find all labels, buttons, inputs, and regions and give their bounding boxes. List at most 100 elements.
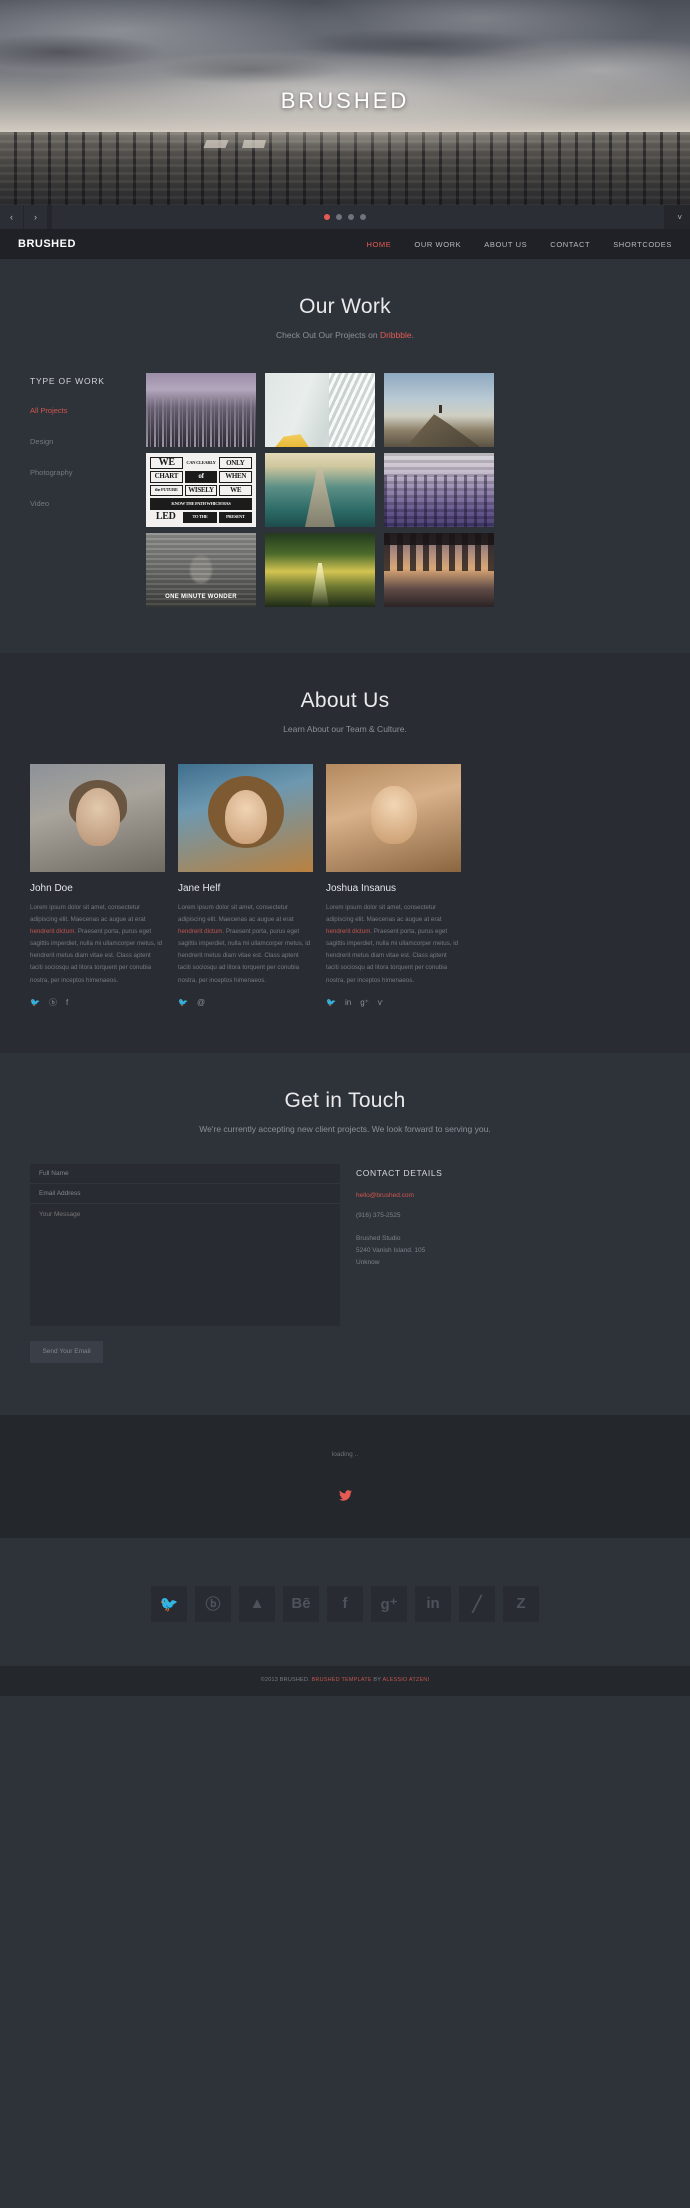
- city-skyline-thumbnail[interactable]: [146, 373, 256, 447]
- bio-inline-link[interactable]: hendrerit dictum: [326, 928, 370, 935]
- copyright-prefix: ©2013 BRUSHED.: [260, 1676, 312, 1683]
- nav-item-about-us[interactable]: ABOUT US: [484, 240, 527, 249]
- address-line-1: Brushed Studio: [356, 1234, 401, 1242]
- feed-loading-text: loading ..: [331, 1450, 359, 1458]
- typo-cell-2a: CHART: [150, 471, 183, 483]
- team-member-bio: Lorem ipsum dolor sit amet, consectetur …: [30, 902, 165, 987]
- contact-form: Send Your Email: [30, 1163, 340, 1363]
- nav-item-our-work[interactable]: OUR WORK: [414, 240, 461, 249]
- filter-photography[interactable]: Photography: [30, 468, 73, 477]
- send-email-button[interactable]: Send Your Email: [30, 1340, 103, 1363]
- dribbble-icon[interactable]: ⓑ: [49, 998, 57, 1007]
- typo-cell-1a: WE: [150, 457, 184, 469]
- contact-subtitle: We're currently accepting new client pro…: [199, 1123, 491, 1134]
- social-links-bar: 🐦 ⓑ ▲ Bē f g⁺ in ╱ Z: [0, 1537, 690, 1666]
- filter-video[interactable]: Video: [30, 499, 49, 508]
- filter-all-projects[interactable]: All Projects: [30, 406, 68, 415]
- slider-dot-1[interactable]: [324, 214, 330, 220]
- twitter-icon[interactable]: 🐦: [326, 998, 336, 1007]
- avatar-face: [370, 786, 417, 844]
- nav-item-shortcodes[interactable]: SHORTCODES: [613, 240, 672, 249]
- google-plus-icon[interactable]: g⁺: [371, 1585, 407, 1622]
- hero-title: BRUSHED: [280, 88, 410, 113]
- google-plus-icon[interactable]: g⁺: [360, 998, 369, 1007]
- brand-logo[interactable]: BRUSHED: [18, 238, 76, 250]
- twitter-icon[interactable]: 🐦: [30, 998, 40, 1007]
- dribbble-link[interactable]: Dribbble: [380, 330, 412, 340]
- contact-address: Brushed Studio 5240 Vanish Island. 105 U…: [356, 1233, 660, 1269]
- about-us-title: About Us: [300, 689, 390, 712]
- under-pier-thumbnail[interactable]: [384, 533, 494, 607]
- team-member-name: Jane Helf: [178, 883, 221, 894]
- slider-dot-3[interactable]: [348, 214, 354, 220]
- team-member-name: John Doe: [30, 883, 73, 894]
- avatar[interactable]: [178, 764, 313, 872]
- bio-text-end: . Praesent porta, purus eget sagittis im…: [30, 928, 163, 984]
- about-us-subtitle: Learn About our Team & Culture.: [283, 724, 407, 734]
- contact-email-link[interactable]: hello@brushed.com: [356, 1192, 660, 1199]
- avatar-face: [75, 788, 120, 846]
- team-member-name: Joshua Insanus: [326, 883, 397, 894]
- avatar[interactable]: [30, 764, 165, 872]
- team-member-card: Joshua Insanus Lorem ipsum dolor sit ame…: [326, 764, 461, 1007]
- main-navbar: BRUSHED HOME OUR WORK ABOUT US CONTACT S…: [0, 229, 690, 259]
- mountain-peak-thumbnail[interactable]: [384, 373, 494, 447]
- one-minute-wonder-thumbnail[interactable]: ONE MINUTE WONDER: [146, 533, 256, 607]
- slider-dot-4[interactable]: [360, 214, 366, 220]
- facebook-icon[interactable]: f: [327, 1585, 363, 1622]
- twitter-icon: [0, 1489, 690, 1504]
- message-textarea[interactable]: [30, 1203, 340, 1326]
- list-item: Design: [30, 431, 140, 449]
- nav-links: HOME OUR WORK ABOUT US CONTACT SHORTCODE…: [366, 240, 672, 249]
- filter-design[interactable]: Design: [30, 437, 53, 446]
- slider-dot-2[interactable]: [336, 214, 342, 220]
- team-member-socials: 🐦 ⓑ f: [30, 998, 165, 1007]
- twitter-icon[interactable]: 🐦: [151, 1585, 187, 1622]
- behance-icon[interactable]: Bē: [283, 1585, 319, 1622]
- contact-section: Get in Touch We're currently accepting n…: [0, 1052, 690, 1415]
- office-interior-thumbnail[interactable]: [265, 373, 375, 447]
- hero-boardwalk-background: [0, 132, 690, 205]
- twitter-icon[interactable]: 🐦: [178, 998, 188, 1007]
- facebook-icon[interactable]: f: [66, 998, 68, 1007]
- forrst-icon[interactable]: ▲: [239, 1585, 275, 1622]
- typo-cell-5a: LED: [155, 511, 176, 523]
- typo-cell-2b: of: [184, 471, 218, 483]
- our-work-subtitle: Check Out Our Projects on Dribbble.: [0, 330, 690, 340]
- contact-details: CONTACT DETAILS hello@brushed.com (916) …: [356, 1164, 660, 1363]
- bio-text-end: . Praesent porta, purus eget sagittis im…: [178, 928, 311, 984]
- bio-inline-link[interactable]: hendrerit dictum: [178, 928, 222, 935]
- author-link[interactable]: ALESSIO ATZENI: [383, 1677, 430, 1683]
- instagram-icon[interactable]: @: [197, 998, 205, 1007]
- linkedin-icon[interactable]: in: [345, 998, 351, 1007]
- evernote-icon[interactable]: ╱: [459, 1585, 495, 1622]
- typography-poster-thumbnail[interactable]: WE CAN CLEARLY ONLY CHART of WHEN the FU…: [146, 453, 256, 527]
- template-link[interactable]: BRUSHED TEMPLATE: [312, 1677, 372, 1683]
- linkedin-icon[interactable]: in: [415, 1585, 451, 1622]
- hero-plank-detail-left: [203, 140, 229, 148]
- about-us-section: About Us Learn About our Team & Culture.…: [0, 653, 690, 1053]
- green-road-thumbnail[interactable]: [265, 533, 375, 607]
- typo-cell-5c: PRESENT: [218, 511, 252, 523]
- contact-details-heading: CONTACT DETAILS: [356, 1167, 443, 1178]
- typo-cell-3c: WE: [219, 484, 253, 496]
- avatar[interactable]: [326, 764, 461, 872]
- email-address-input[interactable]: [30, 1183, 340, 1204]
- dribbble-icon[interactable]: ⓑ: [195, 1585, 231, 1622]
- bio-inline-link[interactable]: hendrerit dictum: [30, 928, 74, 935]
- nav-item-contact[interactable]: CONTACT: [550, 240, 590, 249]
- typo-cell-3a: the FUTURE: [150, 484, 183, 496]
- team-member-bio: Lorem ipsum dolor sit amet, consectetur …: [178, 902, 313, 987]
- avatar-face: [224, 790, 267, 844]
- chevron-down-icon[interactable]: ˅: [677, 213, 682, 222]
- zerply-icon[interactable]: Z: [503, 1585, 539, 1622]
- our-work-subtitle-prefix: Check Out Our Projects on: [276, 330, 380, 340]
- vimeo-icon[interactable]: ѵ: [378, 998, 383, 1007]
- contact-body: Send Your Email CONTACT DETAILS hello@br…: [0, 1163, 690, 1363]
- pier-sunset-thumbnail[interactable]: [265, 453, 375, 527]
- full-name-input[interactable]: [30, 1163, 340, 1184]
- purple-boardwalk-thumbnail[interactable]: [384, 453, 494, 527]
- list-item: Video: [30, 493, 140, 511]
- nav-item-home[interactable]: HOME: [366, 240, 391, 249]
- hero-slider: BRUSHED: [0, 0, 690, 205]
